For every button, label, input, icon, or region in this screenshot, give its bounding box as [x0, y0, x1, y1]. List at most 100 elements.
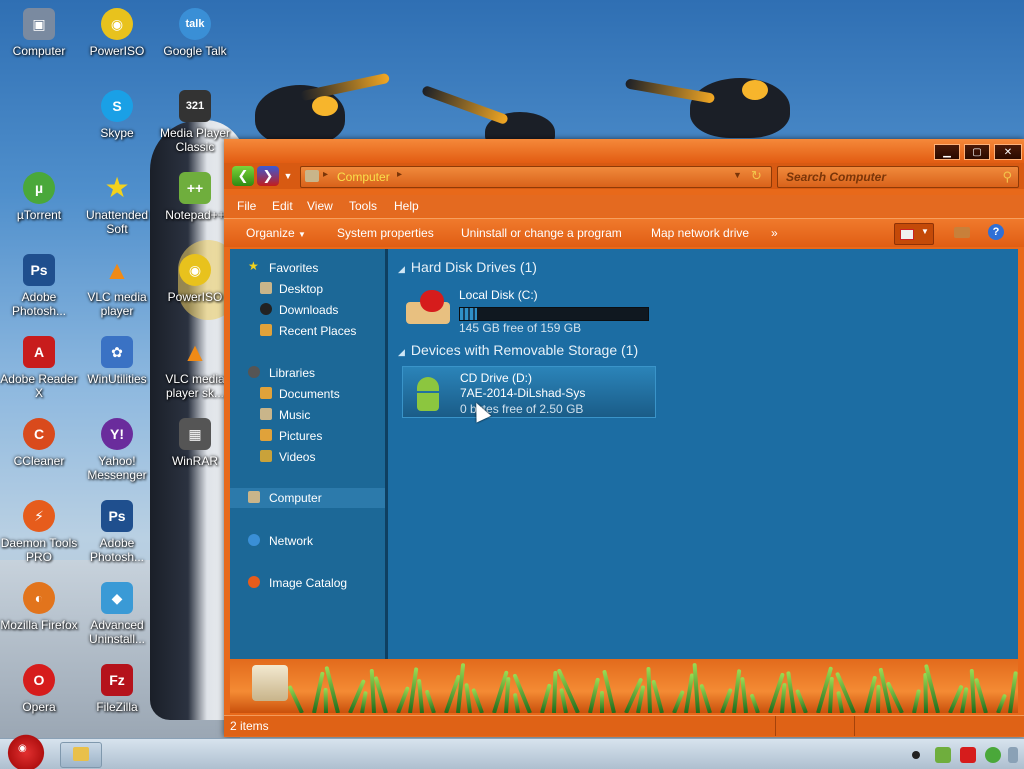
help-icon[interactable]: ?	[988, 224, 1004, 240]
command-bar: Organize ▼ System properties Uninstall o…	[224, 218, 1024, 247]
angry-bird-icon	[420, 290, 444, 312]
grass-blade	[749, 693, 760, 713]
search-icon[interactable]: ⚲	[1002, 169, 1012, 185]
close-button[interactable]: ✕	[994, 144, 1022, 160]
ccleaner-icon: C	[23, 418, 55, 450]
tray-dot-icon[interactable]	[912, 751, 920, 759]
desktop-icon-skype[interactable]: S Skype	[78, 90, 156, 140]
nav-label: Recent Places	[279, 324, 357, 338]
desktop-icon-opera[interactable]: O Opera	[0, 664, 78, 714]
maximize-button[interactable]: ▢	[964, 144, 990, 160]
map-network-drive-button[interactable]: Map network drive	[651, 226, 749, 240]
desktop-icon-advanced-uninstaller[interactable]: ◆ Advanced Uninstall...	[78, 582, 156, 646]
desktop-icon-ccleaner[interactable]: C CCleaner	[0, 418, 78, 468]
desktop-icon-adobe-reader[interactable]: A Adobe Reader X	[0, 336, 78, 400]
view-options-button[interactable]: ▼	[894, 223, 934, 245]
grass-blade	[552, 670, 558, 713]
desktop-icon-photoshop-2[interactable]: Ps Adobe Photosh...	[78, 500, 156, 564]
grass-blade	[996, 693, 1008, 713]
address-dropdown-icon[interactable]: ▼	[733, 170, 742, 180]
media-player-icon: 321	[179, 90, 211, 122]
recent-pages-button[interactable]: ▼	[282, 166, 294, 186]
desktop-icon-poweriso-2[interactable]: ◉ PowerISO	[156, 254, 234, 304]
nav-label: Network	[269, 534, 314, 548]
refresh-icon[interactable]: ↻	[751, 168, 762, 184]
back-arrow-icon: ❮	[237, 168, 249, 183]
desktop-icon-google-talk[interactable]: talk Google Talk	[156, 8, 234, 58]
desktop-icon-computer[interactable]: ▣ Computer	[0, 8, 78, 58]
desktop-icon-winrar[interactable]: ▦ WinRAR	[156, 418, 234, 468]
grass-blade	[795, 688, 808, 713]
minimize-button[interactable]: ▁	[934, 144, 960, 160]
desktop-icon-winutilities[interactable]: ✿ WinUtilities	[78, 336, 156, 386]
desktop-icon-notepad-plus[interactable]: ++ Notepad++	[156, 172, 234, 222]
nav-documents[interactable]: Documents	[230, 385, 385, 403]
menu-help[interactable]: Help	[394, 199, 419, 213]
desktop-icon-vlc-skins[interactable]: ▲ VLC media player sk...	[156, 336, 234, 400]
tray-network-icon[interactable]	[935, 747, 951, 763]
nav-image-catalog[interactable]: Image Catalog	[230, 574, 385, 592]
desktop-icon-unattended-soft[interactable]: ★ Unattended Soft	[78, 172, 156, 237]
nav-recent-places[interactable]: Recent Places	[230, 322, 385, 340]
menu-edit[interactable]: Edit	[272, 199, 293, 213]
filezilla-icon: Fz	[101, 664, 133, 696]
folder-icon	[73, 747, 89, 761]
address-bar[interactable]: ▸ Computer ▸ ▼ ↻	[300, 166, 772, 188]
taskbar-explorer-button[interactable]	[60, 742, 102, 768]
desktop-icon-firefox[interactable]: ◐ Mozilla Firefox	[0, 582, 78, 632]
title-bar[interactable]: ▁ ▢ ✕	[224, 139, 1024, 163]
uninstall-program-button[interactable]: Uninstall or change a program	[461, 226, 622, 240]
tray-utorrent-icon[interactable]	[985, 747, 1001, 763]
advanced-uninstaller-icon: ◆	[101, 582, 133, 614]
tray-security-icon[interactable]	[960, 747, 976, 763]
menu-view[interactable]: View	[307, 199, 333, 213]
desktop-icon-filezilla[interactable]: Fz FileZilla	[78, 664, 156, 714]
nav-label: Documents	[279, 387, 340, 401]
skype-icon: S	[101, 90, 133, 122]
show-desktop-button[interactable]	[1008, 747, 1018, 763]
nav-favorites[interactable]: ★ Favorites	[230, 259, 385, 277]
start-button[interactable]: ◉	[4, 733, 48, 769]
system-properties-button[interactable]: System properties	[337, 226, 434, 240]
desktop-icon-vlc[interactable]: ▲ VLC media player	[78, 254, 156, 318]
nav-pictures[interactable]: Pictures	[230, 427, 385, 445]
network-icon	[248, 534, 260, 546]
more-commands-button[interactable]: »	[771, 226, 778, 240]
nav-network[interactable]: Network	[230, 532, 385, 550]
utorrent-icon: µ	[23, 172, 55, 204]
forward-button[interactable]: ❯	[257, 166, 279, 186]
desktop-icon-media-player-classic[interactable]: 321 Media Player Classic	[156, 90, 234, 154]
nav-libraries[interactable]: Libraries	[230, 364, 385, 382]
desktop-icon-poweriso[interactable]: ◉ PowerISO	[78, 8, 156, 58]
nav-videos[interactable]: Videos	[230, 448, 385, 466]
desktop-icon-daemon-tools[interactable]: ⚡ Daemon Tools PRO	[0, 500, 78, 564]
desktop-icon-photoshop[interactable]: Ps Adobe Photosh...	[0, 254, 78, 318]
nav-desktop[interactable]: Desktop	[230, 280, 385, 298]
drive-c[interactable]: Local Disk (C:) 145 GB free of 159 GB	[402, 284, 654, 335]
desktop-icon-utorrent[interactable]: µ µTorrent	[0, 172, 78, 222]
back-button[interactable]: ❮	[232, 166, 254, 186]
drive-c-usage-fill	[460, 308, 477, 320]
drive-d-name: CD Drive (D:)	[460, 371, 532, 385]
preview-pane-icon[interactable]	[954, 227, 970, 238]
poweriso-icon: ◉	[179, 254, 211, 286]
menu-tools[interactable]: Tools	[349, 199, 377, 213]
menu-bar: File Edit View Tools Help	[224, 195, 1024, 217]
drive-d[interactable]: CD Drive (D:) 7AE-2014-DiLshad-Sys 0 byt…	[402, 366, 656, 418]
nav-music[interactable]: Music	[230, 406, 385, 424]
maximize-icon: ▢	[972, 146, 982, 158]
firefox-icon: ◐	[23, 582, 55, 614]
grass-blade	[360, 690, 368, 713]
grass-blade	[699, 683, 712, 713]
group-header-removable[interactable]: ◢ Devices with Removable Storage (1)	[398, 342, 638, 358]
group-header-hard-disk[interactable]: ◢ Hard Disk Drives (1)	[398, 259, 537, 275]
grass-blade	[456, 663, 466, 713]
menu-file[interactable]: File	[237, 199, 256, 213]
desktop-icon-yahoo-messenger[interactable]: Y! Yahoo! Messenger	[78, 418, 156, 482]
nav-downloads[interactable]: Downloads	[230, 301, 385, 319]
nav-computer[interactable]: Computer	[230, 488, 385, 508]
wallpaper-penguin-beak	[421, 84, 509, 126]
organize-button[interactable]: Organize ▼	[246, 226, 306, 240]
search-input[interactable]: Search Computer ⚲	[777, 166, 1019, 188]
desktop-icon-label: Notepad++	[165, 208, 225, 222]
